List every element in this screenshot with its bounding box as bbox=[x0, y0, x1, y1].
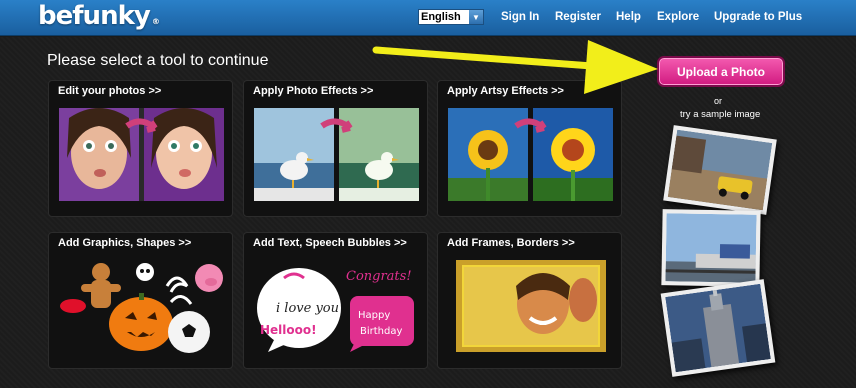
text-speech-bubbles-thumbnail: i love you Hellooo! Congrats! Happy Birt… bbox=[254, 260, 419, 353]
registered-mark: ® bbox=[151, 17, 160, 26]
tile-graphics-shapes[interactable]: Add Graphics, Shapes >> bbox=[48, 232, 233, 369]
tile-photo-effects[interactable]: Apply Photo Effects >> bbox=[243, 80, 428, 217]
nav-sign-in-link[interactable]: Sign In bbox=[501, 9, 539, 25]
artsy-effects-thumbnail bbox=[448, 108, 613, 201]
tile-frames-borders-label: Add Frames, Borders >> bbox=[447, 237, 575, 249]
page-heading: Please select a tool to continue bbox=[47, 52, 269, 69]
logo-text: befunky bbox=[38, 1, 151, 31]
tile-edit-photos[interactable]: Edit your photos >> bbox=[48, 80, 233, 217]
bubble-text-hello: Hellooo! bbox=[260, 323, 317, 337]
bubble-text-congrats: Congrats! bbox=[346, 269, 412, 284]
upload-photo-button[interactable]: Upload a Photo bbox=[657, 56, 785, 87]
nav-help-link[interactable]: Help bbox=[616, 9, 641, 25]
nav-upgrade-link[interactable]: Upgrade to Plus bbox=[714, 9, 802, 25]
tile-photo-effects-label: Apply Photo Effects >> bbox=[253, 85, 374, 97]
sample-image-train[interactable] bbox=[661, 209, 761, 287]
sample-image-building[interactable] bbox=[660, 279, 776, 377]
chevron-down-icon[interactable]: ▼ bbox=[469, 10, 483, 24]
language-select[interactable]: English ▼ bbox=[418, 9, 484, 25]
befunky-logo[interactable]: befunky ® bbox=[38, 0, 160, 36]
or-text: or bbox=[714, 96, 723, 106]
tile-text-speech-bubbles-label: Add Text, Speech Bubbles >> bbox=[253, 237, 407, 249]
tile-artsy-effects[interactable]: Apply Artsy Effects >> bbox=[437, 80, 622, 217]
sample-image-car[interactable] bbox=[663, 125, 777, 215]
tile-frames-borders[interactable]: Add Frames, Borders >> bbox=[437, 232, 622, 369]
tile-text-speech-bubbles[interactable]: Add Text, Speech Bubbles >> i love you H… bbox=[243, 232, 428, 369]
language-selected-value: English bbox=[421, 11, 461, 23]
bubble-text-happy: Happy bbox=[358, 310, 390, 321]
bubble-text-love: i love you bbox=[276, 301, 339, 316]
tile-edit-photos-label: Edit your photos >> bbox=[58, 85, 162, 97]
top-navigation-bar: befunky ® English ▼ Sign In Register Help… bbox=[0, 0, 856, 36]
tile-graphics-shapes-label: Add Graphics, Shapes >> bbox=[58, 237, 192, 249]
graphics-shapes-thumbnail bbox=[59, 260, 224, 353]
try-sample-image-link[interactable]: try a sample image bbox=[680, 109, 760, 120]
nav-explore-link[interactable]: Explore bbox=[657, 9, 699, 25]
edit-photos-thumbnail bbox=[59, 108, 224, 201]
arrow-pointer-icon bbox=[372, 40, 658, 94]
frames-borders-thumbnail bbox=[448, 260, 613, 353]
nav-register-link[interactable]: Register bbox=[555, 9, 601, 25]
photo-effects-thumbnail bbox=[254, 108, 419, 201]
bubble-text-birthday: Birthday bbox=[360, 326, 402, 337]
